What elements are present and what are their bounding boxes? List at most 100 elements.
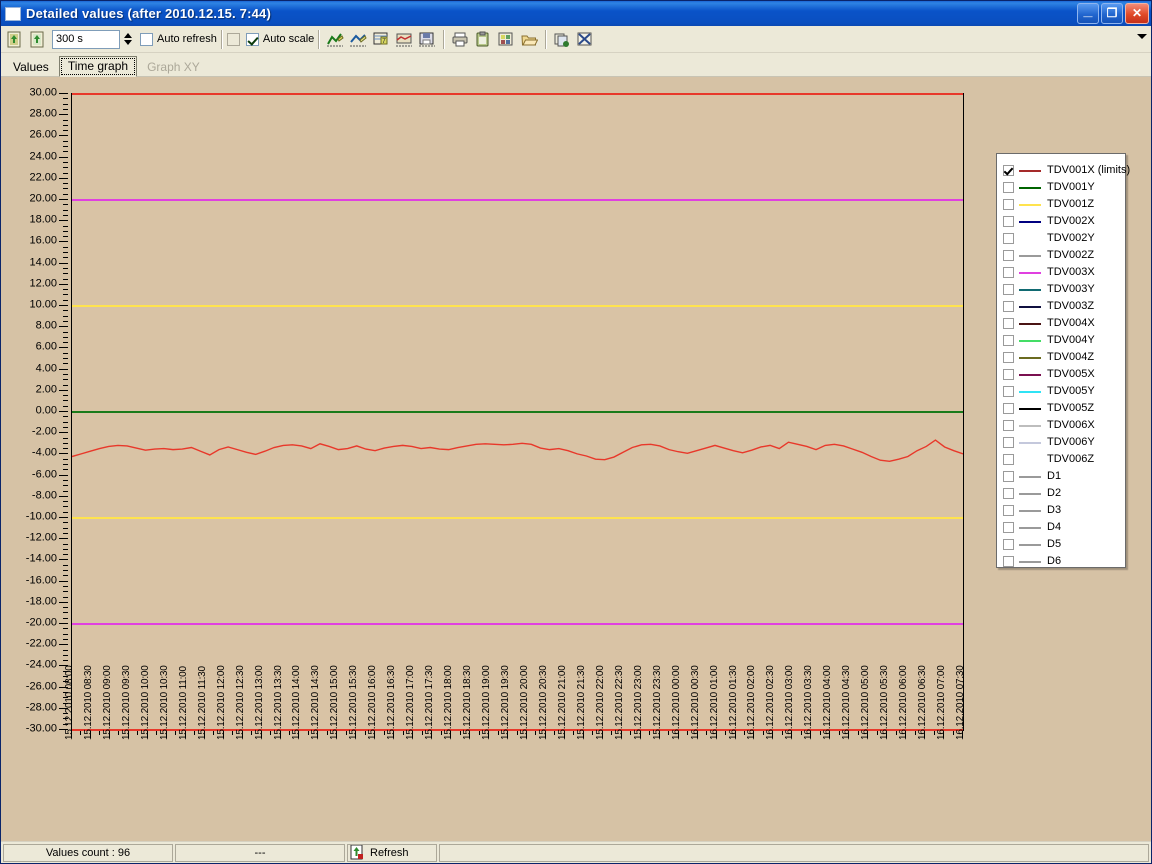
legend-checkbox[interactable] [1003, 318, 1014, 329]
legend-color-swatch [1019, 288, 1041, 291]
legend-item-d4[interactable]: D4 [1003, 519, 1125, 536]
x-minor-tick [762, 731, 764, 735]
legend-item-tdv003y[interactable]: TDV003Y [1003, 281, 1125, 298]
excel-export-icon[interactable] [574, 29, 595, 50]
legend-checkbox[interactable] [1003, 301, 1014, 312]
legend-checkbox[interactable] [1003, 335, 1014, 346]
y-axis: 30.00 28.00 26.00 24.00 22.00 20.00 18.00 16.00… [1, 77, 71, 749]
legend-checkbox[interactable] [1003, 199, 1014, 210]
legend-item-tdv004x[interactable]: TDV004X [1003, 315, 1125, 332]
legend-checkbox[interactable] [1003, 403, 1014, 414]
graph-table-icon[interactable]: 7 [370, 29, 391, 50]
legend-checkbox[interactable] [1003, 233, 1014, 244]
legend-item-d3[interactable]: D3 [1003, 502, 1125, 519]
legend-item-d5[interactable]: D5 [1003, 536, 1125, 553]
legend-item-tdv003x[interactable]: TDV003X [1003, 264, 1125, 281]
legend-checkbox[interactable] [1003, 556, 1014, 567]
legend-item-tdv001z[interactable]: TDV001Z [1003, 196, 1125, 213]
graph-line-icon[interactable] [324, 29, 345, 50]
x-tick-label: 15.12.2010 19:30 [500, 665, 512, 740]
y-tick-label: 14.00 [29, 256, 57, 269]
legend-checkbox[interactable] [1003, 437, 1014, 448]
close-icon: ✕ [1131, 6, 1143, 20]
legend-checkbox[interactable] [1003, 352, 1014, 363]
legend-item-tdv004z[interactable]: TDV004Z [1003, 349, 1125, 366]
refresh-values-icon[interactable] [27, 29, 48, 50]
y-minor-tick [63, 373, 68, 375]
open-folder-icon[interactable] [518, 29, 539, 50]
legend-item-d6[interactable]: D6 [1003, 553, 1125, 570]
legend-item-tdv005x[interactable]: TDV005X [1003, 366, 1125, 383]
legend-checkbox[interactable] [1003, 539, 1014, 550]
plot-area[interactable] [71, 93, 964, 731]
auto-scale-checkbox[interactable]: Auto scale [245, 32, 314, 46]
legend-checkbox[interactable] [1003, 488, 1014, 499]
x-minor-tick [345, 731, 347, 735]
y-minor-tick [63, 167, 68, 169]
scale-lock-box[interactable] [226, 32, 240, 46]
chevron-down-icon[interactable] [1137, 34, 1147, 39]
export-icon[interactable] [495, 29, 516, 50]
legend-item-tdv002y[interactable]: TDV002Y [1003, 230, 1125, 247]
legend-item-d2[interactable]: D2 [1003, 485, 1125, 502]
legend-item-tdv005y[interactable]: TDV005Y [1003, 383, 1125, 400]
print-icon[interactable] [449, 29, 470, 50]
legend-item-label: TDV003X [1047, 266, 1095, 278]
legend-checkbox[interactable] [1003, 284, 1014, 295]
y-minor-tick [63, 342, 68, 344]
clipboard-icon[interactable] [472, 29, 493, 50]
legend-panel[interactable]: TDV001X (limits) TDV001Y TDV001Z TDV002X TDV… [996, 153, 1130, 570]
period-input[interactable] [52, 29, 120, 49]
graph-area-icon[interactable] [393, 29, 414, 50]
legend-checkbox[interactable] [1003, 454, 1014, 465]
minimize-button[interactable]: _ [1077, 3, 1099, 24]
y-tick-label: 18.00 [29, 213, 57, 226]
auto-refresh-checkbox[interactable]: Auto refresh [140, 32, 217, 46]
x-minor-tick [535, 731, 537, 735]
auto-refresh-box[interactable] [140, 32, 153, 46]
refresh-button[interactable]: Refresh [347, 843, 437, 862]
legend-item-tdv001x-limits[interactable]: TDV001X (limits) [1003, 162, 1130, 179]
spinner-down-icon[interactable] [123, 40, 132, 45]
legend-item-tdv001y[interactable]: TDV001Y [1003, 179, 1125, 196]
legend-checkbox[interactable] [1003, 250, 1014, 261]
legend-checkbox[interactable] [1003, 182, 1014, 193]
close-button[interactable]: ✕ [1125, 3, 1149, 24]
legend-item-tdv005z[interactable]: TDV005Z [1003, 400, 1125, 417]
legend-item-tdv004y[interactable]: TDV004Y [1003, 332, 1125, 349]
legend-item-tdv006y[interactable]: TDV006Y [1003, 434, 1125, 451]
tab-graph-xy[interactable]: Graph XY [139, 58, 208, 77]
graph-save-icon[interactable] [416, 29, 437, 50]
legend-checkbox[interactable] [1003, 165, 1014, 176]
auto-scale-box[interactable] [245, 32, 259, 46]
y-tick-label: 16.00 [29, 234, 57, 247]
graph-edit-icon[interactable] [347, 29, 368, 50]
legend-checkbox[interactable] [1003, 369, 1014, 380]
x-minor-tick [630, 731, 632, 735]
toolbar-separator-4 [545, 29, 548, 49]
legend-color-swatch [1019, 271, 1041, 274]
legend-item-tdv002z[interactable]: TDV002Z [1003, 247, 1125, 264]
legend-checkbox[interactable] [1003, 420, 1014, 431]
legend-checkbox[interactable] [1003, 505, 1014, 516]
spinner-up-icon[interactable] [123, 33, 132, 38]
legend-item-tdv006z[interactable]: TDV006Z [1003, 451, 1125, 468]
legend-checkbox[interactable] [1003, 267, 1014, 278]
legend-checkbox[interactable] [1003, 216, 1014, 227]
legend-item-tdv003z[interactable]: TDV003Z [1003, 298, 1125, 315]
copy-pages-icon[interactable] [551, 29, 572, 50]
legend-checkbox[interactable] [1003, 522, 1014, 533]
x-tick-label: 15.12.2010 20:30 [537, 665, 549, 740]
maximize-button[interactable]: ❐ [1101, 3, 1123, 24]
legend-item-tdv002x[interactable]: TDV002X [1003, 213, 1125, 230]
legend-item-d1[interactable]: D1 [1003, 468, 1125, 485]
x-minor-tick [194, 731, 196, 735]
legend-item-tdv006x[interactable]: TDV006X [1003, 417, 1125, 434]
load-values-icon[interactable] [4, 29, 25, 50]
tab-values[interactable]: Values [5, 58, 57, 77]
tab-time-graph[interactable]: Time graph [58, 56, 138, 77]
period-spinner[interactable] [121, 30, 134, 49]
legend-checkbox[interactable] [1003, 386, 1014, 397]
legend-checkbox[interactable] [1003, 471, 1014, 482]
y-major-tick [59, 156, 68, 158]
